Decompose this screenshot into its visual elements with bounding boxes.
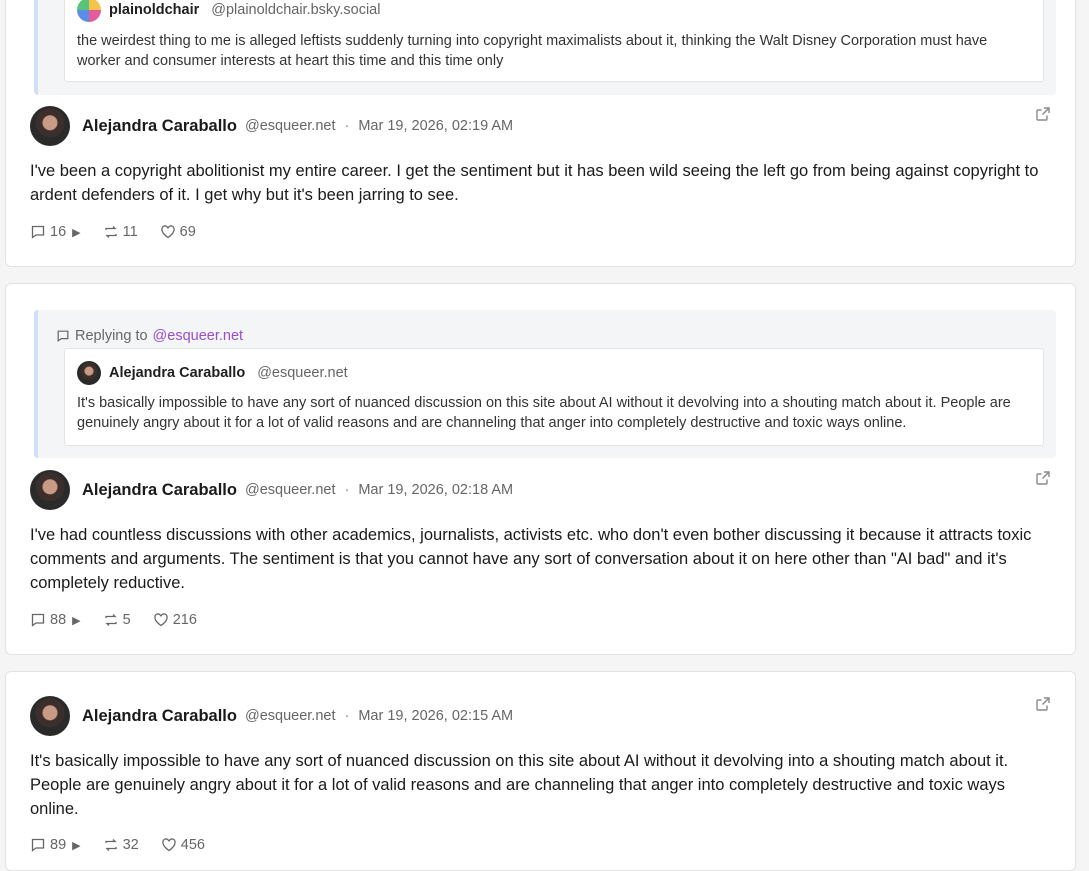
avatar[interactable] [30,470,70,510]
comment-icon [56,329,70,343]
quoted-post[interactable]: plainoldchair @plainoldchair.bsky.social… [64,0,1044,82]
quoted-author-handle[interactable]: @plainoldchair.bsky.social [211,2,380,18]
like-count: 216 [172,612,197,628]
quoted-post-container: plainoldchair @plainoldchair.bsky.social… [34,0,1056,95]
post-actions: 89 ▶ 32 456 [30,837,205,853]
reply-count: 88 [50,612,67,628]
replying-label: Replying to [75,328,148,344]
author-name[interactable]: Alejandra Caraballo [82,481,237,500]
post-text: I've been a copyright abolitionist my en… [30,162,1039,204]
repost-icon [103,612,119,628]
like-button[interactable]: 69 [160,224,196,240]
avatar[interactable] [30,106,70,146]
replying-to-mention[interactable]: @esqueer.net [153,328,244,344]
heart-icon [160,224,176,240]
author-handle[interactable]: @esqueer.net [245,708,336,724]
quoted-post-container: Replying to @esqueer.net Alejandra Carab… [34,310,1056,458]
replying-to: Replying to @esqueer.net [56,328,243,344]
avatar[interactable] [30,696,70,736]
quoted-author-handle[interactable]: @esqueer.net [257,365,348,381]
like-button[interactable]: 456 [161,837,205,853]
separator: · [344,118,350,134]
quoted-post-text: It's basically impossible to have any so… [77,395,1011,431]
author-name[interactable]: Alejandra Caraballo [82,117,237,136]
post-card: plainoldchair @plainoldchair.bsky.social… [5,0,1076,267]
quoted-post-text: the weirdest thing to me is alleged left… [77,33,988,69]
reply-count: 16 [50,224,67,240]
separator: · [344,482,350,498]
reply-button[interactable]: 89 ▶ [30,837,81,853]
post-author: Alejandra Caraballo @esqueer.net · Mar 1… [30,696,513,736]
reply-count: 89 [50,837,67,853]
post-actions: 16 ▶ 11 69 [30,224,196,240]
repost-button[interactable]: 5 [103,612,131,628]
author-name[interactable]: Alejandra Caraballo [82,707,237,726]
post-card: Alejandra Caraballo @esqueer.net · Mar 1… [5,671,1076,871]
comment-icon [30,224,46,240]
repost-button[interactable]: 32 [103,837,139,853]
author-handle[interactable]: @esqueer.net [245,482,336,498]
external-link-icon[interactable] [1035,470,1051,486]
post-card: Replying to @esqueer.net Alejandra Carab… [5,283,1076,655]
repost-count: 32 [122,837,139,853]
post-date[interactable]: Mar 19, 2026, 02:15 AM [358,708,513,724]
repost-icon [103,837,119,853]
expand-replies-icon[interactable]: ▶ [72,226,80,239]
author-handle[interactable]: @esqueer.net [245,118,336,134]
comment-icon [30,612,46,628]
quoted-author-name[interactable]: plainoldchair [109,2,199,18]
like-button[interactable]: 216 [153,612,197,628]
like-count: 69 [179,224,196,240]
post-author: Alejandra Caraballo @esqueer.net · Mar 1… [30,470,513,510]
repost-count: 11 [122,224,138,240]
avatar[interactable] [77,0,101,22]
avatar[interactable] [77,361,101,385]
like-count: 456 [180,837,205,853]
heart-icon [161,837,177,853]
external-link-icon[interactable] [1035,696,1051,712]
heart-icon [153,612,169,628]
post-date[interactable]: Mar 19, 2026, 02:19 AM [358,118,513,134]
post-date[interactable]: Mar 19, 2026, 02:18 AM [358,482,513,498]
expand-replies-icon[interactable]: ▶ [72,839,80,852]
external-link-icon[interactable] [1035,106,1051,122]
reply-button[interactable]: 16 ▶ [30,224,81,240]
quoted-post[interactable]: Alejandra Caraballo @esqueer.net It's ba… [64,348,1044,446]
separator: · [344,708,350,724]
post-author: Alejandra Caraballo @esqueer.net · Mar 1… [30,106,513,146]
quoted-author-name[interactable]: Alejandra Caraballo [109,365,245,381]
expand-replies-icon[interactable]: ▶ [72,614,80,627]
post-actions: 88 ▶ 5 216 [30,612,197,628]
reply-button[interactable]: 88 ▶ [30,612,81,628]
repost-button[interactable]: 11 [103,224,138,240]
repost-icon [103,224,119,240]
repost-count: 5 [122,612,131,628]
post-text: I've had countless discussions with othe… [30,526,1032,592]
comment-icon [30,837,46,853]
post-text: It's basically impossible to have any so… [30,752,1009,818]
